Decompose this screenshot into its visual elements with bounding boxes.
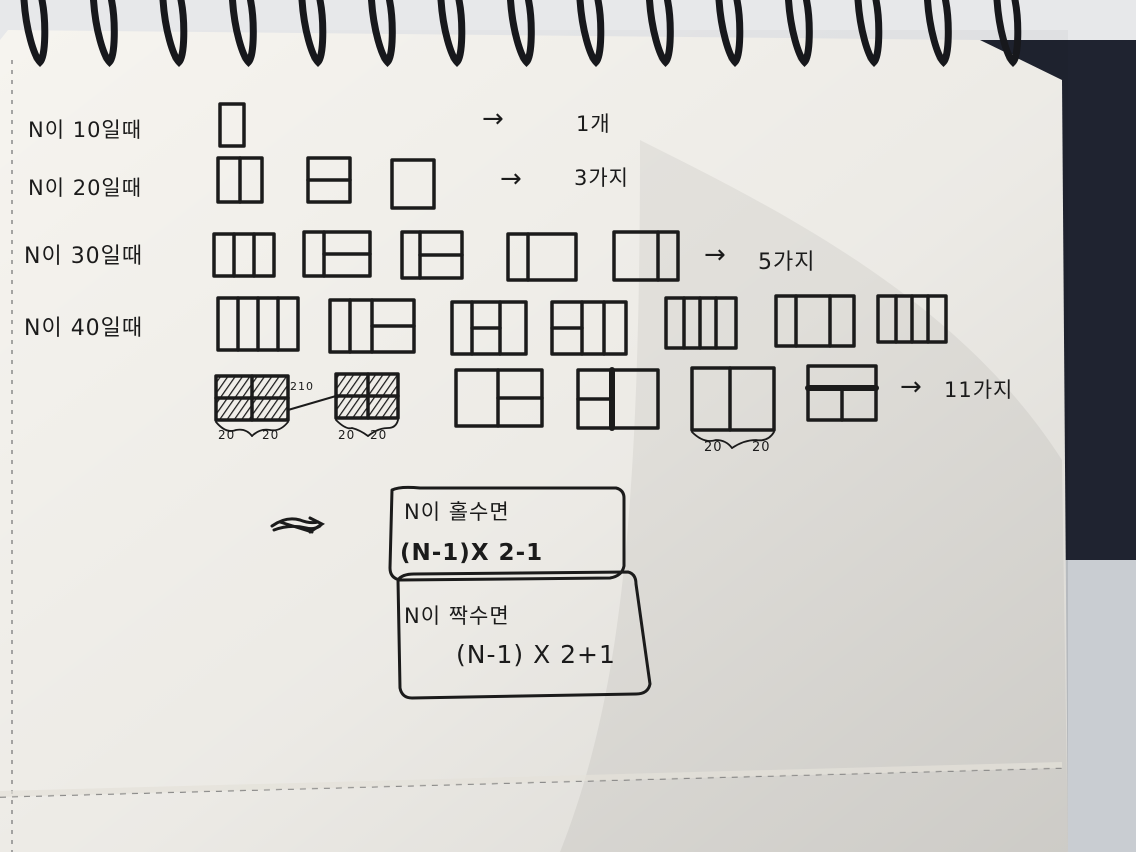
- result-n1: 1개: [576, 112, 611, 136]
- row-label-n3: N이 30일때: [24, 244, 144, 269]
- dim-label: 20: [262, 428, 280, 442]
- notebook-photo: [0, 0, 1136, 852]
- odd-rule-formula: (N-1)X 2-1: [400, 540, 544, 566]
- arrow-row-3: →: [704, 240, 727, 270]
- arrow-row-4: →: [900, 372, 923, 402]
- arrow-row-1: →: [482, 104, 505, 134]
- odd-rule-condition: N이 홀수면: [404, 500, 510, 524]
- dim-label: 210: [290, 380, 314, 393]
- dim-label: 20: [218, 428, 236, 442]
- arrow-row-2: →: [500, 164, 523, 194]
- even-rule-formula: (N-1) X 2+1: [456, 640, 616, 669]
- dim-label: 20: [370, 428, 388, 442]
- result-n4: 11가지: [944, 378, 1014, 402]
- dim-label: 20: [338, 428, 356, 442]
- result-n3: 5가지: [758, 250, 816, 275]
- even-rule-condition: N이 짝수면: [404, 604, 510, 628]
- row-label-n4: N이 40일때: [24, 316, 144, 341]
- row-label-n2: N이 20일때: [28, 176, 143, 200]
- dim-label: 20: [704, 440, 723, 455]
- row-label-n1: N이 10일때: [28, 118, 143, 142]
- dim-label: 20: [752, 440, 771, 455]
- result-n2: 3가지: [574, 166, 630, 190]
